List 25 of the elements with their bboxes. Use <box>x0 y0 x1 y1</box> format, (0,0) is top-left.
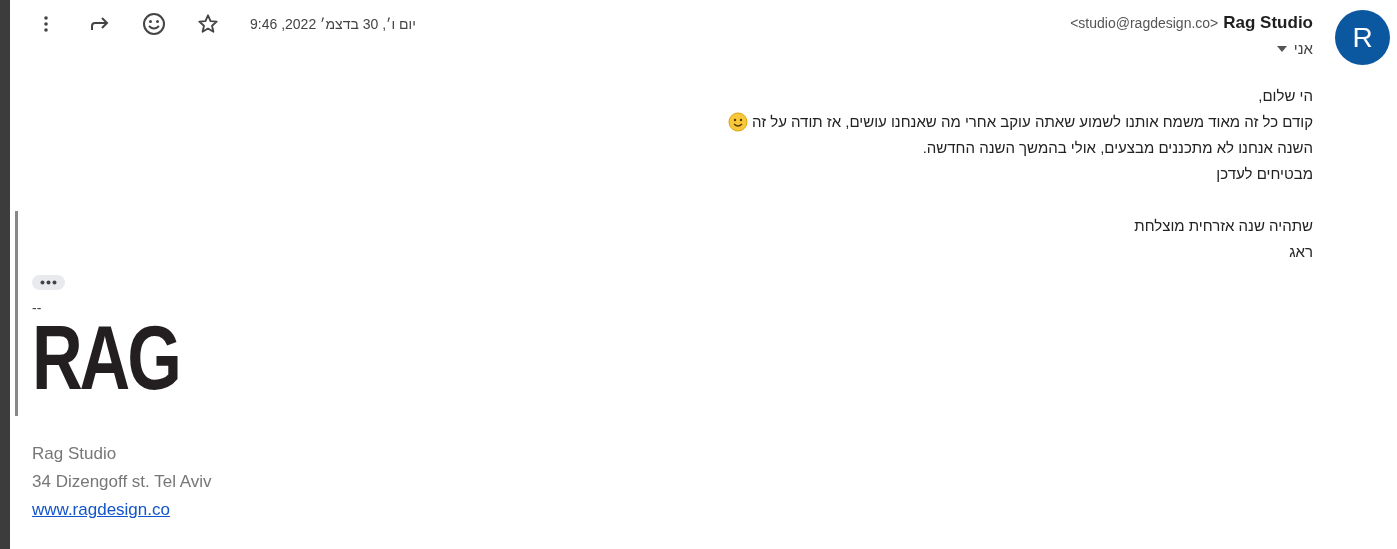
smiley-icon <box>142 12 166 36</box>
arrow-icon <box>90 17 110 31</box>
message-line: השנה אנחנו לא מתכננים מבצעים, אולי בהמשך השנה החדשה. <box>922 138 1313 158</box>
show-trimmed-content-button[interactable] <box>32 275 65 290</box>
website-link[interactable]: www.ragdesign.co <box>32 496 170 524</box>
date-time: יום ו׳, 30 בדצמ׳ 2022, 9:46 <box>250 16 416 32</box>
more-horiz-icon <box>40 280 57 285</box>
signature-line: 34 Dizengoff st. Tel Aviv <box>32 471 212 493</box>
avatar[interactable]: R <box>1335 10 1390 65</box>
more-vert-icon <box>44 16 48 32</box>
recipient-dropdown[interactable]: אני <box>1276 40 1313 57</box>
signature-separator: -- <box>32 300 42 316</box>
message-line: שתהיה שנה אזרחית מוצלחת <box>1134 216 1313 236</box>
sender-email: <studio@ragdesign.co> <box>1070 15 1219 31</box>
logo: RAG <box>32 318 179 398</box>
message-line: מבטיחים לעדכן <box>1216 164 1313 184</box>
message-line: הי שלום, <box>1258 86 1313 106</box>
emoji-reaction-button[interactable] <box>140 10 168 38</box>
signature-line: Rag Studio <box>32 443 118 465</box>
sender-name: Rag Studio <box>1223 13 1313 33</box>
caret-icon <box>1276 45 1287 52</box>
smiley-emoji-icon <box>728 112 748 132</box>
message-line: ראג <box>1289 242 1313 262</box>
star-icon <box>197 13 219 35</box>
message-line: קודם כל זה מאוד משמח אותנו לשמוע שאתה עוקב אחרי מה שאנחנו עושים, אז תודה על זה <box>752 112 1313 132</box>
